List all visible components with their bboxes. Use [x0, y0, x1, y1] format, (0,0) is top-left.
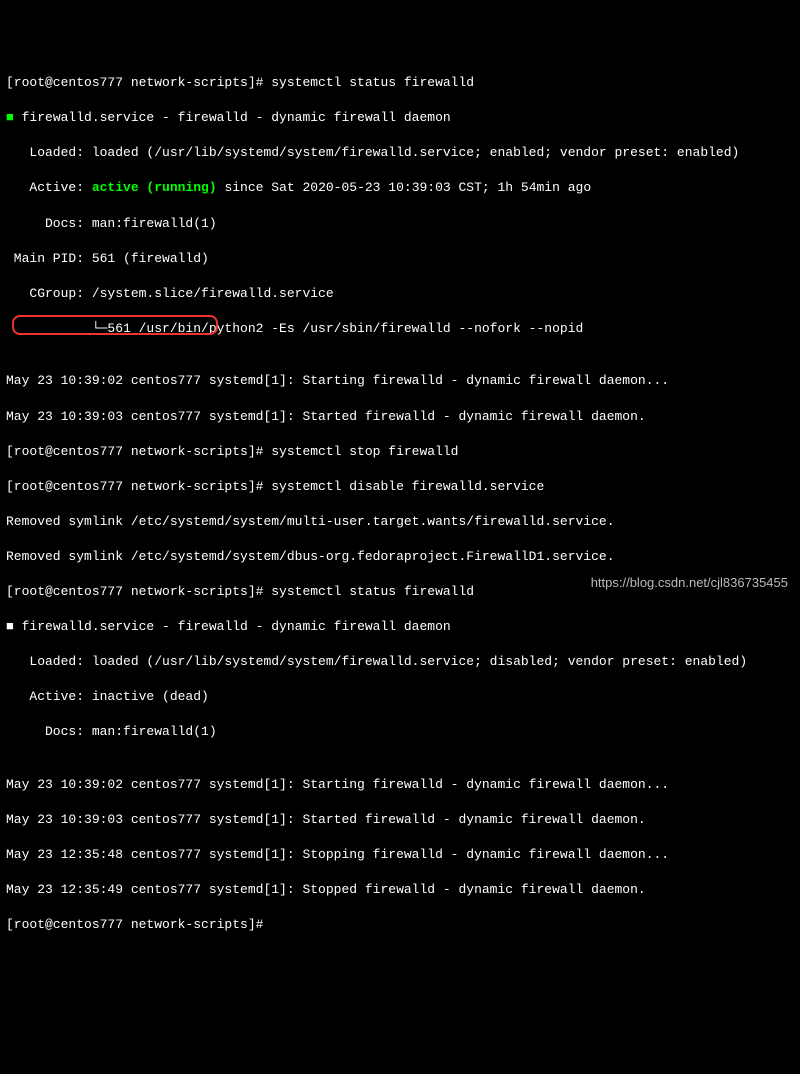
status-bullet-icon: ■ [6, 619, 14, 634]
shell-prompt[interactable]: [root@centos777 network-scripts]# [6, 916, 794, 934]
terminal-line: [root@centos777 network-scripts]# system… [6, 443, 794, 461]
status-bullet-icon: ■ [6, 109, 14, 127]
terminal-line: Loaded: loaded (/usr/lib/systemd/system/… [6, 144, 794, 162]
terminal-line: May 23 10:39:02 centos777 systemd[1]: St… [6, 776, 794, 794]
terminal-line: Loaded: loaded (/usr/lib/systemd/system/… [6, 653, 794, 671]
terminal-line: Main PID: 561 (firewalld) [6, 250, 794, 268]
active-label: Active: [6, 180, 92, 195]
terminal-line: Active: active (running) since Sat 2020-… [6, 179, 794, 197]
service-name: firewalld.service - firewalld - dynamic … [14, 619, 451, 634]
status-active-running: active (running) [92, 180, 217, 195]
terminal-line: Docs: man:firewalld(1) [6, 215, 794, 233]
terminal-line: └─561 /usr/bin/python2 -Es /usr/sbin/fir… [6, 320, 794, 338]
terminal-line: May 23 12:35:48 centos777 systemd[1]: St… [6, 846, 794, 864]
terminal-line: Docs: man:firewalld(1) [6, 723, 794, 741]
service-name: firewalld.service - firewalld - dynamic … [14, 110, 451, 125]
active-since: since Sat 2020-05-23 10:39:03 CST; 1h 54… [217, 180, 591, 195]
watermark-text: https://blog.csdn.net/cjl836735455 [591, 574, 788, 592]
terminal-line: May 23 12:35:49 centos777 systemd[1]: St… [6, 881, 794, 899]
terminal-line: May 23 10:39:02 centos777 systemd[1]: St… [6, 372, 794, 390]
terminal-line: CGroup: /system.slice/firewalld.service [6, 285, 794, 303]
terminal-line: May 23 10:39:03 centos777 systemd[1]: St… [6, 811, 794, 829]
terminal-line: ■ firewalld.service - firewalld - dynami… [6, 618, 794, 636]
terminal-line: Removed symlink /etc/systemd/system/dbus… [6, 548, 794, 566]
terminal-line: May 23 10:39:03 centos777 systemd[1]: St… [6, 408, 794, 426]
terminal-line: Removed symlink /etc/systemd/system/mult… [6, 513, 794, 531]
status-inactive-line: Active: inactive (dead) [6, 688, 794, 706]
terminal-line: [root@centos777 network-scripts]# system… [6, 478, 794, 496]
terminal-line: ■ firewalld.service - firewalld - dynami… [6, 109, 794, 127]
terminal-line: [root@centos777 network-scripts]# system… [6, 74, 794, 92]
